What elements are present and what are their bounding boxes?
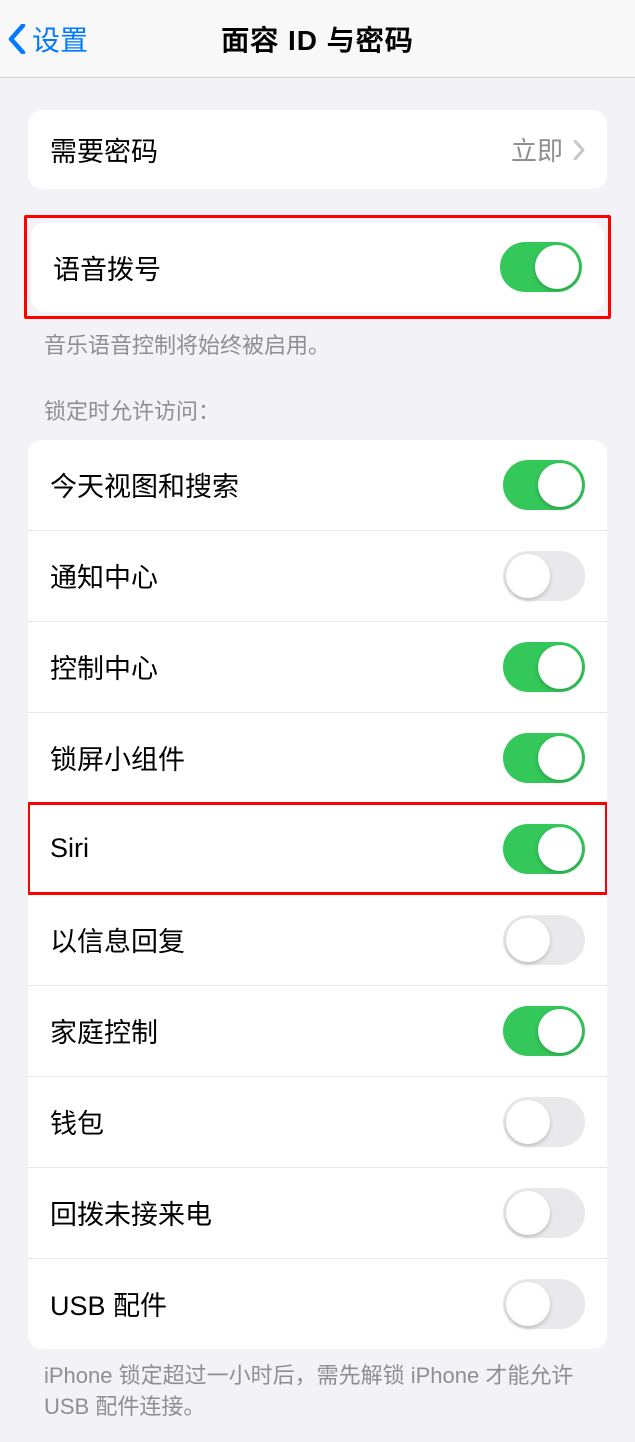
- page-title: 面容 ID 与密码: [0, 19, 635, 59]
- navbar: 设置 面容 ID 与密码: [0, 0, 635, 78]
- allow-access-row: 锁屏小组件: [28, 712, 607, 803]
- allow-access-label: 通知中心: [50, 556, 158, 595]
- allow-access-row: USB 配件: [28, 1258, 607, 1349]
- allow-access-row: 控制中心: [28, 621, 607, 712]
- allow-access-label: 控制中心: [50, 647, 158, 686]
- allow-access-toggle[interactable]: [503, 1097, 585, 1147]
- voice-dial-label: 语音拨号: [53, 248, 161, 287]
- toggle-knob: [538, 827, 582, 871]
- allow-access-label: 以信息回复: [50, 920, 185, 959]
- require-passcode-label: 需要密码: [50, 130, 158, 169]
- allow-access-label: 今天视图和搜索: [50, 465, 239, 504]
- allow-access-toggle[interactable]: [503, 1188, 585, 1238]
- require-passcode-group: 需要密码 立即: [28, 110, 607, 189]
- allow-access-row: 今天视图和搜索: [28, 440, 607, 530]
- allow-access-toggle[interactable]: [503, 460, 585, 510]
- require-passcode-value-text: 立即: [511, 131, 563, 168]
- allow-access-toggle[interactable]: [503, 642, 585, 692]
- toggle-knob: [538, 645, 582, 689]
- chevron-right-icon: [573, 140, 585, 160]
- allow-access-footer: iPhone 锁定超过一小时后，需先解锁 iPhone 才能允许 USB 配件连…: [0, 1349, 635, 1423]
- toggle-knob: [506, 1282, 550, 1326]
- toggle-knob: [535, 245, 579, 289]
- allow-access-row: Siri: [28, 803, 607, 894]
- allow-access-toggle[interactable]: [503, 1279, 585, 1329]
- allow-access-row: 通知中心: [28, 530, 607, 621]
- allow-access-row: 家庭控制: [28, 985, 607, 1076]
- allow-access-row: 回拨未接来电: [28, 1167, 607, 1258]
- allow-access-toggle[interactable]: [503, 733, 585, 783]
- voice-dial-toggle[interactable]: [500, 242, 582, 292]
- voice-dial-group: 语音拨号: [31, 222, 604, 312]
- allow-access-label: 锁屏小组件: [50, 738, 185, 777]
- voice-dial-highlight: 语音拨号: [24, 215, 611, 319]
- allow-access-label: 钱包: [50, 1102, 104, 1141]
- back-label: 设置: [32, 19, 88, 59]
- toggle-knob: [506, 1191, 550, 1235]
- allow-access-row: 以信息回复: [28, 894, 607, 985]
- allow-access-group: 今天视图和搜索通知中心控制中心锁屏小组件 Siri 以信息回复家庭控制钱包回拨未接来…: [28, 440, 607, 1349]
- allow-access-row: 钱包: [28, 1076, 607, 1167]
- allow-access-label: USB 配件: [50, 1284, 167, 1323]
- allow-access-label: 回拨未接来电: [50, 1193, 212, 1232]
- back-button[interactable]: 设置: [0, 19, 88, 59]
- allow-access-label: Siri: [50, 833, 89, 864]
- allow-access-label: 家庭控制: [50, 1011, 158, 1050]
- content: 需要密码 立即 语音拨号 音乐语音控制将始终被启用。 锁定时允许访问： 今天视图…: [0, 110, 635, 1442]
- require-passcode-row[interactable]: 需要密码 立即: [28, 110, 607, 189]
- voice-dial-row: 语音拨号: [31, 222, 604, 312]
- toggle-knob: [538, 463, 582, 507]
- toggle-knob: [506, 554, 550, 598]
- allow-access-header: 锁定时允许访问：: [0, 362, 635, 434]
- toggle-knob: [506, 918, 550, 962]
- toggle-knob: [538, 736, 582, 780]
- allow-access-toggle[interactable]: [503, 915, 585, 965]
- allow-access-toggle[interactable]: [503, 824, 585, 874]
- require-passcode-value: 立即: [511, 131, 585, 168]
- toggle-knob: [506, 1100, 550, 1144]
- allow-access-toggle[interactable]: [503, 551, 585, 601]
- chevron-left-icon: [8, 24, 26, 54]
- allow-access-toggle[interactable]: [503, 1006, 585, 1056]
- voice-dial-footer: 音乐语音控制将始终被启用。: [0, 319, 635, 362]
- toggle-knob: [538, 1009, 582, 1053]
